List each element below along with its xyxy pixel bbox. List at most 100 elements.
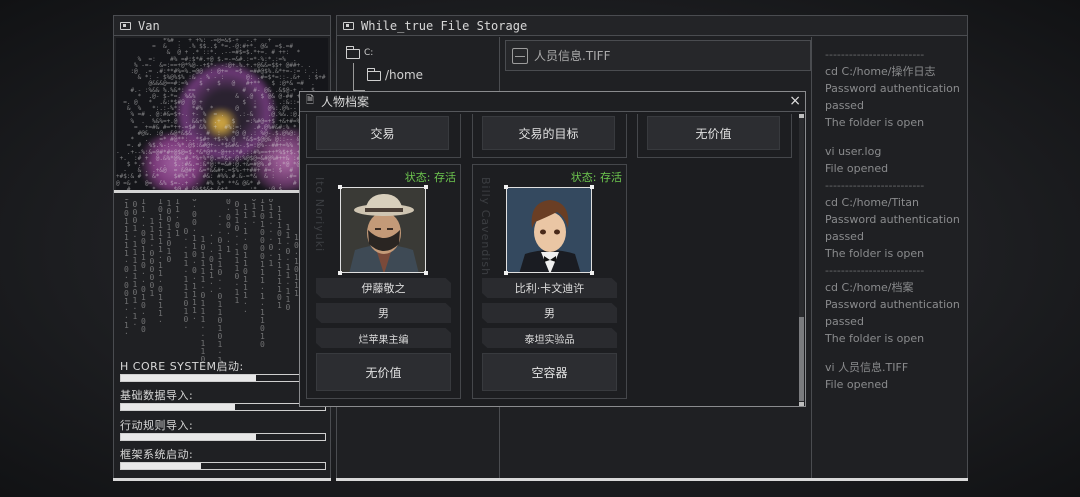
log-line: File opened — [825, 162, 889, 175]
card-partial-3: 无价值 — [637, 114, 792, 158]
tree-root[interactable]: C: — [345, 46, 374, 59]
frame-corner — [504, 185, 508, 189]
portrait-billy[interactable] — [506, 187, 592, 273]
dialog-titlebar[interactable]: 🗎 人物档案 — [300, 92, 805, 112]
progress-fill — [121, 434, 256, 440]
boot-label-rules: 行动规则导入: — [120, 419, 194, 432]
boot-progress-rules — [120, 433, 326, 441]
log-line: Password authentication — [825, 298, 960, 311]
vertical-name: Billy Cavendish — [479, 177, 492, 277]
log-line: vi 人员信息.TIFF — [825, 361, 909, 374]
ascii-art-portrait: *%# . + +%: -=@=&$-+ -.+ + = & : .% $$..… — [116, 38, 328, 192]
progress-fill — [121, 404, 236, 410]
boot-label-core: H CORE SYSTEM启动: — [120, 360, 244, 373]
log-line: ------------------------- — [825, 264, 925, 277]
scroll-thumb[interactable] — [799, 317, 804, 401]
binary-column: 0 1 0 · 0 0 · · 1 — [226, 199, 231, 254]
character-card-billy: Billy Cavendish 状态: 存活 比利·卡文迪许 男 泰坦实验品 空… — [472, 164, 627, 399]
log-spacer — [825, 347, 965, 359]
command-log: ------------------------- cd C:/home/操作日志… — [825, 46, 965, 393]
frame-corner — [338, 185, 342, 189]
character-card-ito: Ito Noriyuki 状态: 存活 伊藤敬之 男 烂苹果主编 无价值 — [306, 164, 461, 399]
scroll-up-arrow[interactable] — [799, 114, 804, 118]
storage-title: While_true File Storage — [361, 18, 528, 33]
close-button[interactable]: × — [789, 93, 801, 109]
log-line: File opened — [825, 378, 889, 391]
main-bottom-bar — [336, 478, 968, 481]
character-name: 比利·卡文迪许 — [482, 278, 617, 298]
log-spacer — [825, 131, 965, 143]
trade-button[interactable]: 交易 — [316, 116, 449, 150]
binary-column: · · · 0 1 1 · · — [209, 231, 214, 296]
log-line: ------------------------- — [825, 48, 925, 61]
binary-rain: 0 1 1 1 0 1 1 1 1 1 · 0 · 0 0 1 · · 1 · … — [116, 199, 328, 364]
storage-titlebar: While_true File Storage — [337, 16, 967, 36]
log-line: passed — [825, 99, 864, 112]
frame-corner — [424, 185, 428, 189]
image-file-icon — [512, 47, 528, 64]
value-button[interactable]: 空容器 — [482, 353, 617, 391]
frame-corner — [424, 271, 428, 275]
binary-column: 0 · · 1 1 · 1 1 1 0 1 0 · — [183, 227, 189, 332]
folder-icon — [366, 68, 381, 81]
folder-icon — [345, 46, 360, 59]
window-icon — [120, 21, 131, 30]
worthless-button[interactable]: 无价值 — [647, 116, 780, 150]
binary-column: 0 0 0 0 1 · 1 1 1 1 1 1 0 1 · 1 · — [132, 199, 138, 329]
card-partial-1: 交易 — [306, 114, 461, 158]
file-item-tiff[interactable]: 人员信息.TIFF — [505, 40, 811, 71]
van-title: Van — [138, 18, 160, 33]
status-badge: 状态: 存活 — [404, 171, 456, 184]
left-bottom-bar — [113, 478, 331, 481]
character-file-dialog: 🗎 人物档案 × 交易 交易的目标 无价值 Ito Noriyuki 状态: 存… — [299, 91, 806, 407]
log-line: Password authentication — [825, 213, 960, 226]
boot-label-data: 基础数据导入: — [120, 389, 194, 402]
tree-home[interactable]: /home — [366, 68, 424, 82]
scroll-down-arrow[interactable] — [799, 402, 804, 406]
character-role: 泰坦实验品 — [482, 328, 617, 348]
log-line: The folder is open — [825, 332, 925, 345]
binary-column: · · · 0 1 1 1 0 · · 0 1 1 0 1 0 1 · 1 — [217, 212, 223, 365]
tree-home-label: /home — [385, 68, 424, 82]
boot-label-framework: 框架系统启动: — [120, 448, 194, 461]
progress-fill — [121, 375, 256, 381]
van-titlebar: Van — [114, 16, 330, 36]
vertical-name: Ito Noriyuki — [313, 177, 326, 253]
log-line: The folder is open — [825, 116, 925, 129]
portrait-ito[interactable] — [340, 187, 426, 273]
log-line: Password authentication — [825, 82, 960, 95]
log-line: ------------------------- — [825, 179, 925, 192]
binary-column: · 1 0 1 1 1 1 1 · 1 1 · 0 1 1 1 · — [158, 199, 163, 326]
frame-corner — [504, 271, 508, 275]
frame-corner — [590, 185, 594, 189]
binary-column: · · 0 1 1 0 · · 1 1 1 0 · 1 1 — [234, 199, 240, 305]
trade-target-button[interactable]: 交易的目标 — [482, 116, 615, 150]
frame-corner — [338, 271, 342, 275]
binary-column: 1 0 1 1 0 0 1 1 0 1 0 — [166, 199, 172, 264]
log-line: The folder is open — [825, 247, 925, 260]
value-button[interactable]: 无价值 — [316, 353, 451, 391]
log-line: cd C:/home/档案 — [825, 281, 914, 294]
storage-icon — [343, 21, 354, 30]
binary-column: 1 1 · 1 · 0 1 1 0 1 1 1 · · — [243, 203, 248, 316]
log-line: passed — [825, 230, 864, 243]
character-gender: 男 — [482, 303, 617, 323]
character-gender: 男 — [316, 303, 451, 323]
tree-root-label: C: — [364, 48, 374, 58]
binary-column: 1 1 1 · 0 0 0 0 0 1 — [149, 217, 155, 298]
dialog-scrollbar[interactable] — [799, 114, 804, 405]
log-line: cd C:/home/Titan — [825, 196, 919, 209]
binary-column: 1 1 1 0 1 · 1 1 1 1 1 0 1 — [277, 205, 282, 310]
binary-column: 0 · · 1 1 · 0 1 — [175, 199, 180, 238]
log-line: cd C:/home/操作日志 — [825, 65, 936, 78]
character-name: 伊藤敬之 — [316, 278, 451, 298]
boot-progress-core — [120, 374, 326, 382]
file-name: 人员信息.TIFF — [534, 49, 611, 63]
boot-progress-framework — [120, 462, 326, 470]
binary-column: 0 1 1 1 0 1 0 0 0 0 1 1 1 · 1 · 1 1 0 1 … — [260, 199, 265, 349]
status-badge: 状态: 存活 — [570, 171, 622, 184]
divider — [114, 190, 330, 193]
card-partial-2: 交易的目标 — [472, 114, 627, 158]
document-icon: 🗎 — [306, 95, 315, 106]
progress-fill — [121, 463, 201, 469]
